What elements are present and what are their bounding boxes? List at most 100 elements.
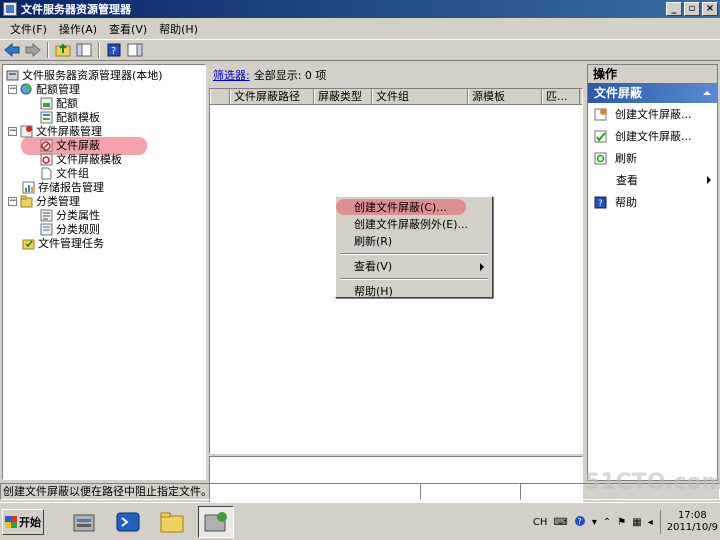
app-icon — [3, 2, 17, 16]
collapse-toggle[interactable]: − — [8, 126, 17, 136]
up-folder-icon[interactable] — [54, 41, 72, 59]
windows-logo-icon — [5, 516, 17, 528]
tree-item-storage-reports[interactable]: 存储报告管理 — [22, 180, 104, 194]
tree-item-screen-mgmt[interactable]: − 文件屏蔽管理 — [8, 124, 102, 138]
refresh-icon — [594, 152, 607, 165]
collapse-icon[interactable] — [703, 91, 711, 95]
tree-item-class-rules[interactable]: 分类规则 — [40, 222, 100, 236]
back-icon[interactable] — [3, 41, 21, 59]
menu-file[interactable]: 文件(F) — [4, 21, 53, 37]
action-create-exception[interactable]: 创建文件屏蔽... — [588, 125, 717, 147]
filter-bar: 筛选器: 全部显示: 0 项 — [209, 64, 583, 86]
column-header-blank[interactable] — [210, 89, 230, 104]
action-help[interactable]: ? 帮助 — [588, 191, 717, 213]
classification-icon — [20, 195, 33, 208]
show-hidden-icons[interactable]: ⌃ — [603, 517, 611, 528]
volume-icon[interactable]: ◂ — [648, 517, 653, 528]
tree-item-screen-templates[interactable]: 文件屏蔽模板 — [40, 152, 122, 166]
taskbar-fsrm[interactable] — [198, 506, 234, 538]
taskbar-explorer[interactable] — [154, 506, 190, 538]
file-group-icon — [40, 167, 53, 180]
forward-icon[interactable] — [24, 41, 42, 59]
minimize-button[interactable]: _ — [666, 2, 682, 16]
menu-action[interactable]: 操作(A) — [53, 21, 103, 37]
fsrm-icon — [204, 512, 227, 532]
start-label: 开始 — [19, 516, 41, 529]
action-refresh[interactable]: 刷新 — [588, 147, 717, 169]
screen-mgmt-icon — [20, 125, 33, 138]
file-screen-icon — [40, 139, 53, 152]
menu-help[interactable]: 帮助(H) — [153, 21, 204, 37]
context-refresh[interactable]: 刷新(R) — [338, 233, 490, 250]
help-icon: ? — [594, 196, 607, 209]
action-label: 创建文件屏蔽... — [615, 130, 692, 143]
restore-button[interactable]: ▫ — [684, 2, 700, 16]
taskbar: 开始 CH ⌨ ? ▾ ⌃ ⚑ ▦ ◂ 17:08 2011/10/9 — [0, 502, 720, 540]
action-view[interactable]: 查看 — [588, 169, 717, 191]
context-menu: 创建文件屏蔽(C)... 创建文件屏蔽例外(E)... 刷新(R) 查看(V) … — [335, 196, 493, 298]
options-icon[interactable]: ▾ — [592, 517, 597, 528]
network-icon[interactable]: ▦ — [632, 517, 641, 528]
context-view-label: 查看(V) — [354, 260, 393, 273]
taskbar-server-manager[interactable] — [66, 506, 102, 538]
svg-text:?: ? — [577, 517, 581, 526]
folder-icon — [160, 512, 184, 533]
title-bar: 文件服务器资源管理器 _ ▫ × — [0, 0, 720, 18]
menu-bar: 文件(F) 操作(A) 查看(V) 帮助(H) — [0, 19, 720, 38]
action-create-screen[interactable]: 创建文件屏蔽... — [588, 103, 717, 125]
close-button[interactable]: × — [702, 2, 718, 16]
toolbar: ? — [0, 39, 720, 61]
context-create-screen[interactable]: 创建文件屏蔽(C)... — [338, 199, 490, 216]
task-icon — [22, 237, 35, 250]
context-create-exception[interactable]: 创建文件屏蔽例外(E)... — [338, 216, 490, 233]
tree-item-file-screens[interactable]: 文件屏蔽 — [40, 138, 100, 152]
collapse-toggle[interactable]: − — [8, 196, 17, 206]
keyboard-icon[interactable]: ⌨ — [553, 517, 567, 528]
column-header-path[interactable]: 文件屏蔽路径 — [230, 89, 314, 104]
filter-link[interactable]: 筛选器: — [213, 67, 250, 83]
tree-item-classification[interactable]: − 分类管理 — [8, 194, 80, 208]
column-header-match[interactable]: 匹... — [542, 89, 580, 104]
menu-separator — [340, 278, 488, 280]
column-headers: 文件屏蔽路径 屏蔽类型 文件组 源模板 匹... — [210, 89, 582, 105]
context-view[interactable]: 查看(V) — [338, 258, 490, 275]
column-header-type[interactable]: 屏蔽类型 — [314, 89, 372, 104]
help-icon[interactable]: ? — [105, 41, 123, 59]
window-title: 文件服务器资源管理器 — [21, 3, 131, 16]
filter-status: 全部显示: 0 项 — [253, 69, 327, 82]
tree-item-class-props[interactable]: 分类属性 — [40, 208, 100, 222]
tree-item-quota-template[interactable]: 配额模板 — [40, 110, 100, 124]
column-header-group[interactable]: 文件组 — [372, 89, 468, 104]
system-tray: CH ⌨ ? ▾ ⌃ ⚑ ▦ ◂ 17:08 2011/10/9 — [530, 507, 718, 537]
tree-item-file-groups[interactable]: 文件组 — [40, 166, 89, 180]
column-header-template[interactable]: 源模板 — [468, 89, 542, 104]
action-label: 刷新 — [615, 152, 637, 165]
menu-view[interactable]: 查看(V) — [103, 21, 153, 37]
help-tray-icon[interactable]: ? — [574, 515, 586, 530]
ime-indicator[interactable]: CH — [533, 517, 548, 528]
clock[interactable]: 17:08 2011/10/9 — [659, 510, 718, 534]
svg-text:?: ? — [111, 46, 116, 57]
show-tree-icon[interactable] — [75, 41, 93, 59]
create-exception-icon — [594, 130, 607, 143]
tree-item-file-mgmt-tasks[interactable]: 文件管理任务 — [22, 236, 104, 250]
tree-item-quota[interactable]: 配额 — [40, 96, 78, 110]
collapse-toggle[interactable]: − — [8, 84, 17, 94]
watermark: 51CTO.com — [585, 470, 720, 495]
quota-template-icon — [40, 111, 53, 124]
start-button[interactable]: 开始 — [2, 509, 44, 535]
flag-icon[interactable]: ⚑ — [617, 517, 626, 528]
action-label: 查看 — [616, 174, 638, 187]
window-controls: _ ▫ × — [666, 2, 718, 16]
action-pane-icon[interactable] — [126, 41, 144, 59]
toolbar-separator — [47, 42, 49, 58]
context-help[interactable]: 帮助(H) — [338, 283, 490, 300]
toolbar-separator — [98, 42, 100, 58]
taskbar-powershell[interactable] — [110, 506, 146, 538]
actions-section-header[interactable]: 文件屏蔽 — [588, 83, 717, 103]
tree-item-quota-mgmt[interactable]: − 配额管理 — [8, 82, 80, 96]
actions-title: 操作 — [588, 65, 717, 83]
property-icon — [40, 209, 53, 222]
quota-icon — [40, 97, 53, 110]
tree-item-root[interactable]: 文件服务器资源管理器(本地) — [6, 68, 163, 82]
